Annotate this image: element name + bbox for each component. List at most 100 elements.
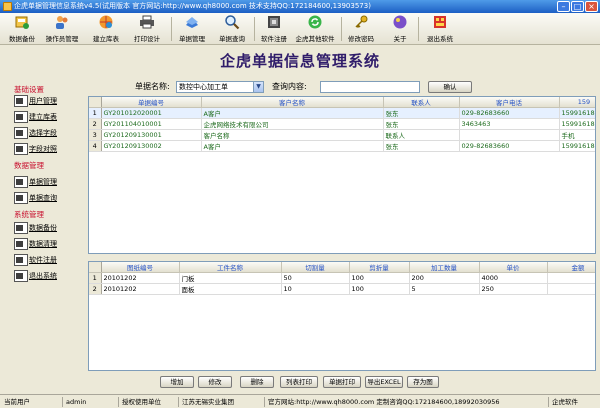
app-icon: [3, 2, 12, 11]
row-number-header: [89, 262, 102, 273]
table-row[interactable]: 3 GY201209130001 客户名称 联系人 手机: [89, 129, 595, 141]
sidebar-item-exit[interactable]: 退出系统: [14, 270, 84, 282]
column-header[interactable]: 159: [559, 97, 595, 108]
column-header[interactable]: 图纸编号: [101, 262, 180, 273]
sidebar-section-system: 系统管理: [14, 210, 44, 219]
column-header[interactable]: 单据编号: [101, 97, 202, 108]
toolbar-register-button[interactable]: 软件注册: [258, 14, 290, 44]
column-header[interactable]: 联系人: [383, 97, 460, 108]
table-row[interactable]: 1 20101202 门板 50 100 200 4000: [89, 272, 595, 284]
table-row[interactable]: 4 GY201209130002 A客户 张东 029-82683660 159…: [89, 140, 595, 152]
window-titlebar: 企虎单据管理信息系统v4.5(试用版本 官方网站:http://www.qh80…: [0, 0, 600, 13]
close-icon[interactable]: ×: [585, 1, 598, 12]
list-print-button[interactable]: 列表打印: [280, 376, 318, 388]
exit-icon: [434, 16, 446, 28]
toolbar-separator: [341, 17, 342, 41]
sidebar: 基础设置 用户管理 建立库表 选择字段 字段对照 数据管理 单据管理 单据查询 …: [0, 80, 86, 372]
column-header[interactable]: 工件名称: [179, 262, 282, 273]
sidebar-item-create-table[interactable]: 建立库表: [14, 111, 84, 123]
confirm-button[interactable]: 确认: [428, 81, 472, 93]
table-row[interactable]: 2 20101202 面板 10 100 5 250: [89, 283, 595, 295]
sidebar-item-register[interactable]: 软件注册: [14, 254, 84, 266]
register-icon: [268, 16, 280, 28]
column-header[interactable]: 金额: [547, 262, 595, 273]
documents-table[interactable]: 单据编号 客户名称 联系人 客户电话 159 1 GY201012020001 …: [88, 96, 596, 254]
query-content-input[interactable]: [320, 81, 420, 93]
toolbar-operators-button[interactable]: 操作员管理: [41, 14, 83, 44]
toolbar-exit-button[interactable]: 退出系统: [422, 14, 458, 44]
minimize-icon[interactable]: –: [557, 1, 570, 12]
toolbar-separator: [418, 17, 419, 41]
sidebar-item-field-mapping[interactable]: 字段对照: [14, 143, 84, 155]
module-icon: [14, 270, 28, 282]
maximize-icon[interactable]: □: [571, 1, 584, 12]
search-bar: 单据名称: 数控中心加工单 ▼ 查询内容: 确认: [135, 80, 595, 94]
window-title: 企虎单据管理信息系统v4.5(试用版本 官方网站:http://www.qh80…: [14, 2, 371, 10]
info-icon: [393, 15, 407, 29]
toolbar-change-password-button[interactable]: 修改密码: [345, 14, 377, 44]
row-number-header: [89, 97, 102, 108]
action-bar: 增加 修改 删除 列表打印 单据打印 导出EXCEL 存为图: [0, 375, 600, 389]
table-row[interactable]: 2 GY201104010001 企虎网络技术有限公司 张东 3463463 1…: [89, 118, 595, 130]
edit-button[interactable]: 修改: [198, 376, 232, 388]
column-header[interactable]: 加工数量: [409, 262, 480, 273]
status-bar: 当前用户 admin 授权使用单位 江苏无锡实业集团 官方网站:http://w…: [0, 394, 600, 408]
module-icon: [14, 254, 28, 266]
sidebar-item-cleanup[interactable]: 数据清理: [14, 238, 84, 250]
printer-icon: [140, 15, 154, 29]
toolbar-doc-query-button[interactable]: 单据查询: [216, 14, 248, 44]
refresh-arrows-icon: [308, 15, 322, 29]
column-header[interactable]: 单价: [479, 262, 548, 273]
doc-print-button[interactable]: 单据打印: [323, 376, 361, 388]
column-header[interactable]: 切割量: [281, 262, 350, 273]
magnifier-icon: [225, 15, 240, 30]
toolbar-separator: [254, 17, 255, 41]
toolbar-doc-manage-button[interactable]: 单据管理: [176, 14, 208, 44]
module-icon: [14, 176, 28, 188]
sidebar-item-user-manage[interactable]: 用户管理: [14, 95, 84, 107]
window-controls: – □ ×: [557, 1, 598, 12]
main-toolbar: 数据备份 操作员管理 建立库表 打印设计 单据管理 单据查询 软件注册 企虎其他…: [0, 13, 600, 45]
toolbar-other-software-button[interactable]: 企虎其他软件: [293, 14, 337, 44]
doc-name-select-value: 数控中心加工单: [179, 83, 228, 91]
sidebar-item-doc-manage[interactable]: 单据管理: [14, 176, 84, 188]
delete-button[interactable]: 删除: [240, 376, 274, 388]
add-button[interactable]: 增加: [160, 376, 194, 388]
sidebar-item-backup[interactable]: 数据备份: [14, 222, 84, 234]
sidebar-item-doc-query[interactable]: 单据查询: [14, 192, 84, 204]
table-row[interactable]: 1 GY201012020001 A客户 张东 029-82683660 159…: [89, 107, 595, 119]
table-header-row: 单据编号 客户名称 联系人 客户电话 159: [89, 97, 595, 108]
column-header[interactable]: 剪折量: [349, 262, 410, 273]
status-unit-label: 授权使用单位: [118, 397, 172, 407]
toolbar-separator: [171, 17, 172, 41]
query-content-label: 查询内容:: [272, 82, 307, 91]
module-icon: [14, 143, 28, 155]
module-icon: [14, 127, 28, 139]
toolbar-create-table-button[interactable]: 建立库表: [91, 14, 121, 44]
column-header[interactable]: 客户电话: [459, 97, 560, 108]
toolbar-about-button[interactable]: 关于: [385, 14, 415, 44]
toolbar-print-design-button[interactable]: 打印设计: [131, 14, 163, 44]
sidebar-section-data: 数据管理: [14, 161, 44, 170]
globe-table-icon: [99, 15, 113, 29]
key-icon: [355, 15, 368, 29]
toolbar-backup-button[interactable]: 数据备份: [3, 14, 41, 44]
document-stack-icon: [186, 17, 198, 28]
module-icon: [14, 238, 28, 250]
sidebar-section-basic: 基础设置: [14, 85, 44, 94]
doc-name-select[interactable]: 数控中心加工单 ▼: [176, 81, 264, 93]
module-icon: [14, 192, 28, 204]
chevron-down-icon[interactable]: ▼: [253, 82, 263, 92]
module-icon: [14, 111, 28, 123]
status-product: 企虎软件: [548, 397, 598, 407]
status-user-label: 当前用户: [4, 398, 30, 406]
column-header[interactable]: 客户名称: [201, 97, 384, 108]
export-excel-button[interactable]: 导出EXCEL: [365, 376, 403, 388]
sidebar-item-select-fields[interactable]: 选择字段: [14, 127, 84, 139]
database-backup-icon: [15, 16, 29, 29]
details-table[interactable]: 图纸编号 工件名称 切割量 剪折量 加工数量 单价 金额 1 20101202 …: [88, 261, 596, 371]
app-header: 企虎单据信息管理系统: [0, 45, 600, 78]
module-icon: [14, 222, 28, 234]
save-as-image-button[interactable]: 存为图: [407, 376, 439, 388]
page-title: 企虎单据信息管理系统: [219, 52, 380, 70]
